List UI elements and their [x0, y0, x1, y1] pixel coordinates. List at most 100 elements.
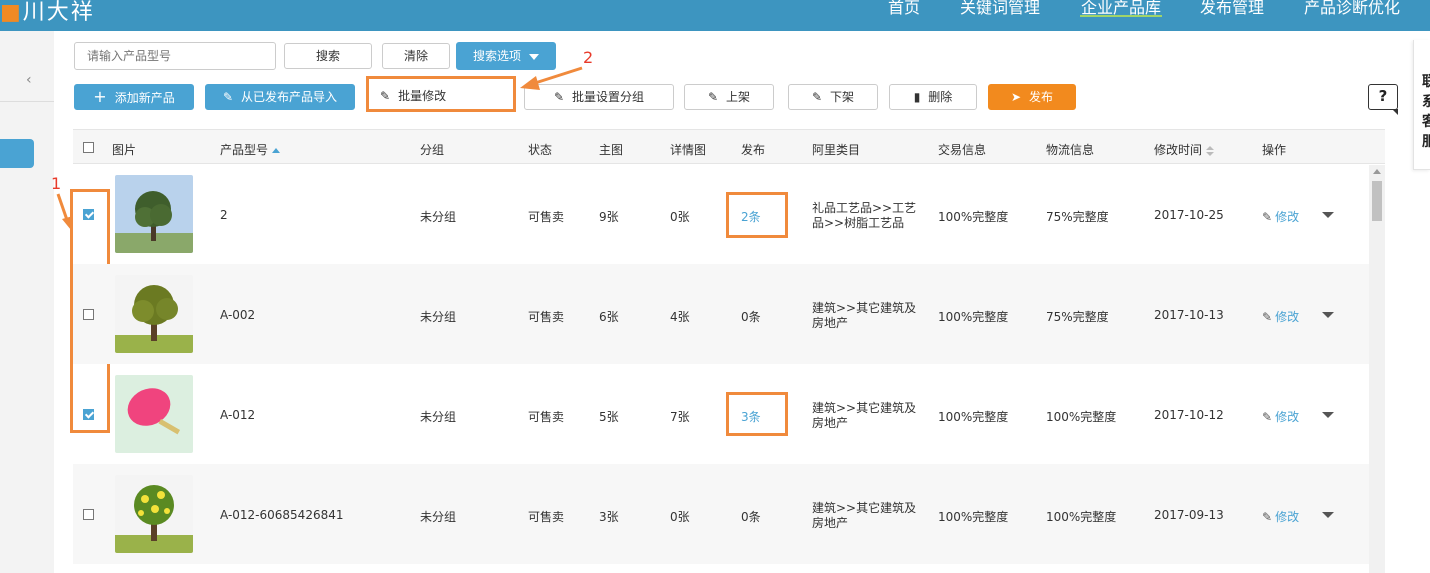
status-cell: 可售卖: [528, 410, 565, 424]
group-cell: 未分组: [420, 210, 457, 224]
shelf-on-button[interactable]: ✎ 上架: [684, 84, 774, 110]
publish-count: 0条: [741, 310, 761, 324]
product-image[interactable]: [115, 275, 193, 353]
pencil-icon: ✎: [1262, 310, 1273, 324]
select-all-checkbox[interactable]: [83, 142, 94, 153]
product-image[interactable]: [115, 175, 193, 253]
header-status: 状态: [528, 143, 553, 157]
logistics-info-cell: 75%完整度: [1046, 310, 1109, 324]
edit-link[interactable]: ✎ 修改: [1262, 508, 1299, 525]
help-icon[interactable]: ?: [1368, 84, 1398, 115]
pencil-icon: ✎: [222, 90, 234, 104]
table-row: A-012-60685426841 未分组 可售卖 3张 0张 0条 建筑>>其…: [73, 464, 1369, 564]
detail-images-cell: 4张: [670, 310, 690, 324]
group-cell: 未分组: [420, 310, 457, 324]
modified-time-cell: 2017-10-12: [1154, 408, 1224, 422]
chevron-down-icon: [529, 53, 539, 60]
edit-link[interactable]: ✎ 修改: [1262, 408, 1299, 425]
product-image[interactable]: [115, 475, 193, 553]
add-product-button[interactable]: + 添加新产品: [74, 84, 194, 110]
main-images-cell: 3张: [599, 510, 619, 524]
header-image: 图片: [112, 143, 137, 157]
header-model[interactable]: 产品型号: [220, 141, 281, 158]
annotation-arrow-icon: [520, 66, 583, 90]
nav-home[interactable]: 首页: [888, 0, 920, 18]
annotation-box-publish: [726, 392, 788, 436]
logistics-info-cell: 100%完整度: [1046, 510, 1117, 524]
header-actions: 操作: [1262, 143, 1287, 157]
row-checkbox[interactable]: [83, 509, 94, 520]
pencil-icon: ✎: [811, 90, 823, 104]
trade-info-cell: 100%完整度: [938, 510, 1009, 524]
more-actions-icon[interactable]: [1322, 212, 1334, 218]
header-modified-time[interactable]: 修改时间: [1154, 141, 1215, 158]
nav-keyword-management[interactable]: 关键词管理: [960, 0, 1040, 18]
pencil-icon: ✎: [1262, 210, 1273, 224]
main-images-cell: 9张: [599, 210, 619, 224]
model-cell: A-012: [220, 408, 256, 422]
modified-time-cell: 2017-09-13: [1154, 508, 1224, 522]
header-ali-category: 阿里类目: [812, 143, 861, 157]
model-cell: 2: [220, 208, 228, 222]
top-navigation-bar: ■川大祥 首页 关键词管理 企业产品库 发布管理 产品诊断优化: [0, 0, 1430, 31]
customer-service-label: 联系客服: [1422, 74, 1430, 150]
more-actions-icon[interactable]: [1322, 412, 1334, 418]
category-cell: 建筑>>其它建筑及房地产: [812, 501, 917, 530]
nav-product-diagnosis[interactable]: 产品诊断优化: [1304, 0, 1400, 18]
row-checkbox[interactable]: [83, 309, 94, 320]
trash-icon: ▮: [913, 90, 921, 104]
nav-publish-management[interactable]: 发布管理: [1200, 0, 1264, 18]
shelf-off-button[interactable]: ✎ 下架: [788, 84, 878, 110]
annotation-number-1: 1: [51, 174, 62, 193]
model-cell: A-002: [220, 308, 256, 322]
more-actions-icon[interactable]: [1322, 512, 1334, 518]
scrollbar-thumb[interactable]: [1372, 181, 1382, 221]
status-cell: 可售卖: [528, 210, 565, 224]
scroll-up-icon[interactable]: [1373, 169, 1381, 174]
left-sidebar: ‹: [0, 31, 54, 573]
status-cell: 可售卖: [528, 510, 565, 524]
category-cell: 礼品工艺品>>工艺品>>树脂工艺品: [812, 201, 917, 230]
status-cell: 可售卖: [528, 310, 565, 324]
edit-link[interactable]: ✎ 修改: [1262, 208, 1299, 225]
header-main-images: 主图: [599, 143, 624, 157]
more-actions-icon[interactable]: [1322, 312, 1334, 318]
sort-asc-icon: [272, 148, 281, 153]
product-table: 图片 产品型号 分组 状态 主图 详情图 发布 阿里类目 交易信息 物流信息 修…: [73, 129, 1385, 573]
edit-link[interactable]: ✎ 修改: [1262, 308, 1299, 325]
plus-icon: +: [93, 87, 107, 106]
pencil-icon: ✎: [1262, 410, 1273, 424]
main-images-cell: 5张: [599, 410, 619, 424]
import-published-button[interactable]: ✎ 从已发布产品导入: [205, 84, 355, 110]
logistics-info-cell: 75%完整度: [1046, 210, 1109, 224]
trade-info-cell: 100%完整度: [938, 410, 1009, 424]
product-model-search-input[interactable]: [74, 42, 276, 70]
table-row: A-012 未分组 可售卖 5张 7张 3条 建筑>>其它建筑及房地产 100%…: [73, 364, 1369, 464]
row-checkbox[interactable]: [83, 409, 94, 420]
publish-count: 0条: [741, 510, 761, 524]
row-checkbox[interactable]: [83, 209, 94, 220]
search-button[interactable]: 搜索: [284, 43, 372, 69]
header-group: 分组: [420, 143, 445, 157]
detail-images-cell: 0张: [670, 510, 690, 524]
category-cell: 建筑>>其它建筑及房地产: [812, 301, 917, 330]
pencil-icon: ✎: [707, 90, 719, 104]
header-publish: 发布: [741, 143, 766, 157]
group-cell: 未分组: [420, 410, 457, 424]
sidebar-active-item[interactable]: [0, 139, 34, 168]
brand-logo[interactable]: ■川大祥: [0, 0, 95, 26]
trade-info-cell: 100%完整度: [938, 310, 1009, 324]
annotation-box-batch-edit: [366, 76, 516, 112]
customer-service-panel[interactable]: 联系客服: [1413, 40, 1430, 170]
product-image[interactable]: [115, 375, 193, 453]
collapse-sidebar-icon[interactable]: ‹: [26, 72, 32, 88]
clear-button[interactable]: 清除: [382, 43, 450, 69]
publish-button[interactable]: ➤ 发布: [988, 84, 1076, 110]
table-scrollbar[interactable]: [1369, 165, 1385, 573]
category-cell: 建筑>>其它建筑及房地产: [812, 401, 917, 430]
main-images-cell: 6张: [599, 310, 619, 324]
send-icon: ➤: [1010, 90, 1022, 104]
sort-icon: [1206, 145, 1215, 156]
annotation-box-publish: [726, 192, 788, 238]
delete-button[interactable]: ▮ 删除: [889, 84, 977, 110]
